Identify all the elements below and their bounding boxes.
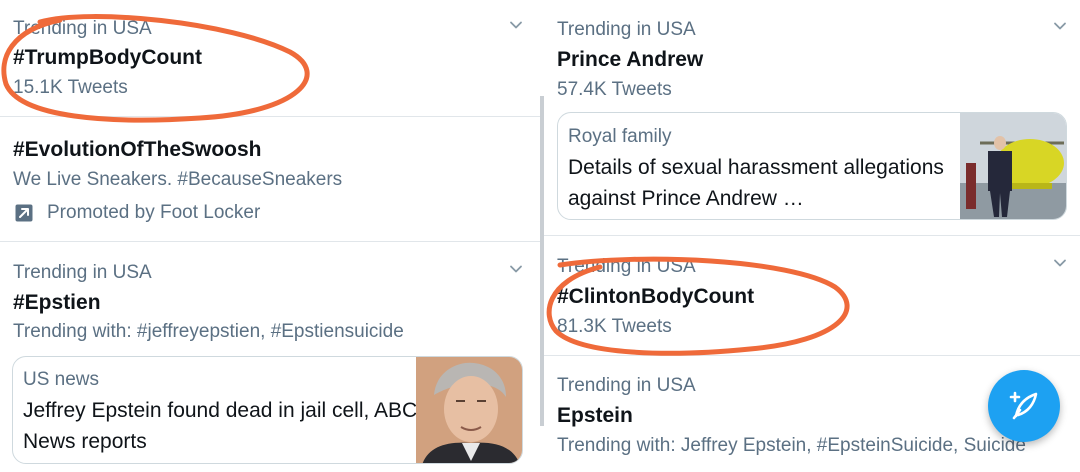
promoted-arrow-icon <box>14 203 34 223</box>
card-headline: Details of sexual harassment allegations… <box>568 156 944 210</box>
news-card-us-news[interactable]: US news Jeffrey Epstein found dead in ja… <box>12 356 523 464</box>
trend-title: Epstein <box>557 404 633 427</box>
trend-context: Trending in USA <box>13 18 152 39</box>
trend-tweet-count: 15.1K Tweets <box>13 77 128 98</box>
news-thumbnail-image <box>960 113 1066 219</box>
chevron-down-icon[interactable] <box>1053 19 1067 33</box>
news-card-royal-family[interactable]: Royal family Details of sexual harassmen… <box>557 112 1067 220</box>
promoted-description: We Live Sneakers. #BecauseSneakers <box>13 169 343 190</box>
trend-item-epstien[interactable]: Trending in USA #Epstien Trending with: … <box>0 242 540 472</box>
trend-title: #Epstien <box>13 291 101 314</box>
compose-tweet-button[interactable] <box>988 370 1060 442</box>
trend-context: Trending in USA <box>13 262 152 283</box>
left-trends-column: Trending in USA #TrumpBodyCount 15.1K Tw… <box>0 0 540 472</box>
chevron-down-icon[interactable] <box>1053 256 1067 270</box>
trend-item-clintonbodycount[interactable]: Trending in USA #ClintonBodyCount 81.3K … <box>544 236 1080 356</box>
trend-context: Trending in USA <box>557 375 696 396</box>
chevron-down-icon[interactable] <box>509 18 523 32</box>
promoted-trend-title: #EvolutionOfTheSwoosh <box>13 138 262 161</box>
card-topic: Royal family <box>568 126 672 147</box>
promoted-trend-item[interactable]: #EvolutionOfTheSwoosh We Live Sneakers. … <box>0 117 540 242</box>
trend-item-prince-andrew[interactable]: Trending in USA Prince Andrew 57.4K Twee… <box>544 0 1080 236</box>
trend-item-trumpbodycount[interactable]: Trending in USA #TrumpBodyCount 15.1K Tw… <box>0 0 540 117</box>
compose-feather-icon <box>1009 391 1038 420</box>
promoted-by-label: Promoted by Foot Locker <box>47 202 261 223</box>
card-headline: Jeffrey Epstein found dead in jail cell,… <box>23 399 418 453</box>
trend-context: Trending in USA <box>557 19 696 40</box>
trend-tweet-count: 81.3K Tweets <box>557 316 672 337</box>
trend-title: #TrumpBodyCount <box>13 46 202 69</box>
trend-title: #ClintonBodyCount <box>557 285 755 308</box>
card-topic: US news <box>23 369 100 390</box>
trend-related: Trending with: #jeffreyepstien, #Epstien… <box>13 321 404 342</box>
trend-tweet-count: 57.4K Tweets <box>557 79 672 100</box>
chevron-down-icon[interactable] <box>509 262 523 276</box>
trend-related: Trending with: Jeffrey Epstein, #Epstein… <box>557 435 1026 456</box>
trend-context: Trending in USA <box>557 256 696 277</box>
news-thumbnail-image <box>416 357 522 463</box>
trend-title: Prince Andrew <box>557 48 704 71</box>
